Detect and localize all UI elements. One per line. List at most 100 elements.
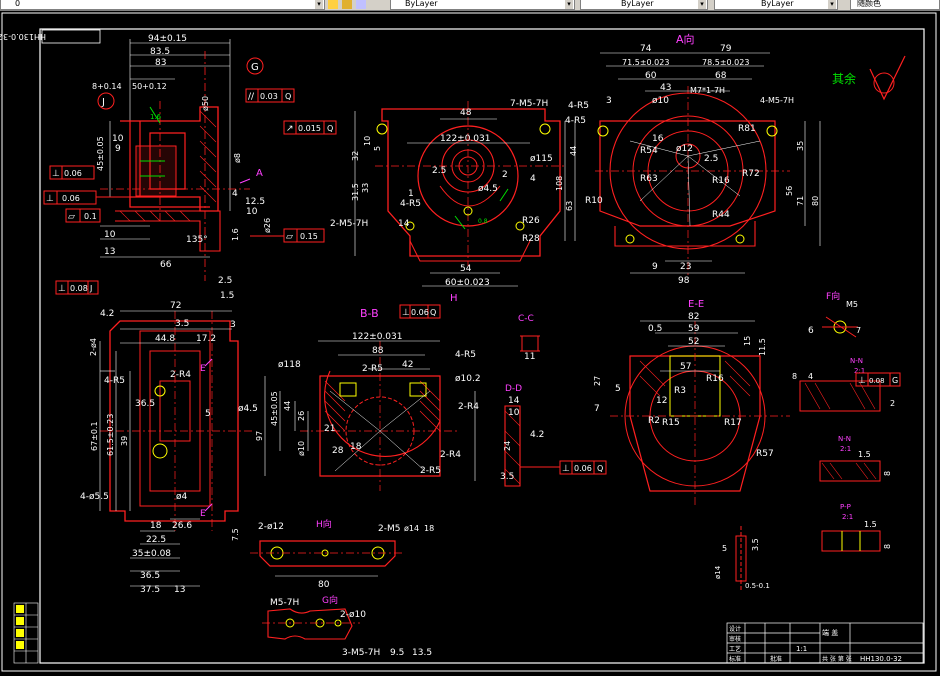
tol-frame-flat: ▱ 0.1 xyxy=(65,208,101,223)
tol-frame-perp: ⊥ 0.06 xyxy=(49,165,95,180)
av-dim-9: 9 xyxy=(652,262,658,272)
svg-text:↗: ↗ xyxy=(286,124,294,134)
ee-dim-12: 12 xyxy=(656,396,667,406)
av-dim-715: 71.5±0.023 xyxy=(622,58,669,67)
chevron-down-icon[interactable]: ▾ xyxy=(698,0,706,9)
svg-text:0.03: 0.03 xyxy=(260,92,278,101)
av-dim-23: 23 xyxy=(680,262,691,272)
av-dim-71: 71 xyxy=(796,196,805,206)
ee-dim-r17: R17 xyxy=(724,418,742,428)
g-view-label: G向 xyxy=(322,594,338,606)
fv-dim-115: ø115 xyxy=(530,154,553,164)
chevron-down-icon[interactable]: ▾ xyxy=(315,0,323,9)
lineweight-dropdown[interactable]: ByLayer ▾ xyxy=(714,0,838,10)
lv-dim-3: 3 xyxy=(230,320,236,330)
color-dropdown[interactable]: ByLayer ▾ xyxy=(390,0,575,10)
av-dim-4r5: 4-R5 xyxy=(568,101,589,111)
pp-dim-15: 1.5 xyxy=(864,520,877,529)
fv-dim-r26: R26 xyxy=(522,216,540,226)
ee-dim-r15: R15 xyxy=(662,418,680,428)
av-dim-r54: R54 xyxy=(640,146,658,156)
color-value: ByLayer xyxy=(405,0,438,8)
a-view-label: A向 xyxy=(676,32,695,46)
svg-text:▱: ▱ xyxy=(286,232,293,242)
dd-dim-10: 10 xyxy=(508,408,520,418)
h-dim-2m5: 2-M5 xyxy=(378,524,400,534)
tb-part-name: 端 盖 xyxy=(822,628,838,637)
ee-dim-15: 15 xyxy=(743,336,752,346)
av-dim-63: 63 xyxy=(565,201,574,211)
fv-dim-33: 33 xyxy=(361,183,370,193)
h-view-label: H向 xyxy=(316,518,332,530)
lv-dim-615: 61.5±0.23 xyxy=(106,414,115,456)
top-left-view: 94±0.15 83.5 83 8+0.14 50+0.12 1.6 10 45… xyxy=(43,34,337,301)
tl-dim-8: 8+0.14 xyxy=(92,82,122,91)
bb-dim-28: 28 xyxy=(332,446,344,456)
svg-text:⊥: ⊥ xyxy=(52,169,60,179)
nn2-label: N-N xyxy=(838,435,851,443)
layer-dropdown[interactable]: 0 ▾ xyxy=(0,0,325,10)
svg-text:0.06: 0.06 xyxy=(574,464,592,473)
drawing-canvas[interactable]: HH130.0-32 94±0.15 83.5 83 8+0.14 50+0.1… xyxy=(0,11,940,676)
pp-detail: P-P 2:1 1.5 8 xyxy=(821,503,892,552)
av-dim-108: 108 xyxy=(555,176,564,191)
av-dim-68: 68 xyxy=(715,71,727,81)
svg-text:⊥: ⊥ xyxy=(402,308,410,318)
make-current-icon[interactable] xyxy=(356,0,366,9)
bb-dim-44: 44 xyxy=(283,401,292,411)
small-detail: 5 3.5 0.5-0.1 ø14 xyxy=(714,526,770,591)
datum-j-circle xyxy=(97,92,115,110)
plotstyle-dropdown[interactable]: 随颜色 xyxy=(850,0,940,10)
h-dim-2phi12: 2-ø12 xyxy=(258,522,284,532)
datum-g-label: G xyxy=(251,62,259,73)
av-dim-44: 44 xyxy=(569,146,578,156)
ee-dim-r16: R16 xyxy=(706,374,724,384)
tol-frame-perp-2: ⊥ 0.06 xyxy=(43,190,135,205)
tl-dim-13: 13 xyxy=(104,247,115,257)
fv-dim-r28: R28 xyxy=(522,234,540,244)
av-dim-79: 79 xyxy=(720,44,732,54)
bb-dim-18: 18 xyxy=(350,442,362,452)
dd-label: D-D xyxy=(505,384,522,394)
tl-dim-4: 4 xyxy=(232,189,238,199)
tb-label-approve: 批准 xyxy=(770,655,782,663)
lv-dim-365b: 36.5 xyxy=(140,571,160,581)
dd-dim-14: 14 xyxy=(508,396,520,406)
tl-dim-835: 83.5 xyxy=(150,47,170,57)
layer-previous-icon[interactable] xyxy=(342,0,352,9)
ee-dim-52: 52 xyxy=(688,337,699,347)
av-dim-785: 78.5±0.023 xyxy=(702,58,749,67)
svg-text:0.015: 0.015 xyxy=(298,124,321,133)
chevron-down-icon[interactable]: ▾ xyxy=(828,0,836,9)
plotstyle-value: 随颜色 xyxy=(857,0,881,8)
av-dim-r81: R81 xyxy=(738,124,756,134)
tl-dim-45: 45±0.05 xyxy=(96,136,105,171)
av-dim-25: 2.5 xyxy=(704,154,718,164)
av-dim-4m5: 4-M5-7H xyxy=(760,96,794,105)
fv-dim-7m5: 7-M5-7H xyxy=(510,99,548,109)
front-view: 48 7-M5-7H 4-R5 122±0.031 10 5 32 31.5 3… xyxy=(330,99,586,288)
tb-label-std: 标准 xyxy=(729,655,741,663)
svg-text:J: J xyxy=(89,284,92,293)
svg-text:Q: Q xyxy=(327,124,333,133)
svg-text:0.1: 0.1 xyxy=(84,212,97,221)
revision-table xyxy=(13,602,39,664)
av-dim-16: 16 xyxy=(652,134,664,144)
linetype-dropdown[interactable]: ByLayer ▾ xyxy=(580,0,708,10)
bb-dim-2r4b: 2-R4 xyxy=(440,450,461,460)
tl-dim-8d: ø8 xyxy=(233,153,242,163)
nn-label: N-N xyxy=(850,357,863,365)
tl-dim-10b: 10 xyxy=(104,230,116,240)
nn-dim-8: 8 xyxy=(792,372,797,381)
tl-dim-83: 83 xyxy=(155,58,166,68)
bb-dim-45: 45±0.05 xyxy=(270,391,279,426)
lv-dim-35b: 35±0.08 xyxy=(132,549,171,559)
tl-dim-66: 66 xyxy=(160,260,172,270)
layer-state-icon[interactable] xyxy=(328,0,338,9)
f-view-label: F向 xyxy=(826,290,840,302)
chevron-down-icon[interactable]: ▾ xyxy=(565,0,573,9)
lv-dim-75: 7.5 xyxy=(231,528,240,541)
f-view-detail: F向 6 M5 7 xyxy=(808,290,861,338)
pp-label: P-P xyxy=(840,503,851,511)
bb-dim-118: ø118 xyxy=(278,360,301,370)
